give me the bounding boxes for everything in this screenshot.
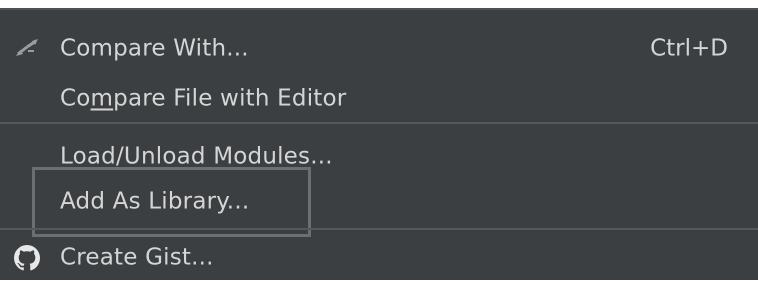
menu-item-create-gist[interactable]: Create Gist...	[0, 235, 758, 281]
shortcut-label: Ctrl+D	[650, 35, 728, 62]
highlight-box	[32, 167, 311, 237]
menu-item-label: Load/Unload Modules...	[60, 143, 333, 170]
mnemonic-letter: m	[90, 85, 114, 112]
menu-item-label: Create Gist...	[60, 244, 214, 271]
menu-separator	[0, 228, 758, 230]
menu-item-compare-with[interactable]: Compare With... Ctrl+D	[0, 26, 758, 72]
compare-arrows-icon	[12, 34, 42, 64]
menu-item-compare-file-with-editor[interactable]: Compare File with Editor	[0, 76, 758, 122]
menu-separator	[0, 122, 758, 124]
menu-item-label: Compare File with Editor	[60, 85, 346, 111]
menu-top-border	[0, 8, 758, 10]
github-icon	[12, 243, 42, 273]
menu-item-label: Compare With...	[60, 35, 249, 62]
label-prefix: Co	[60, 85, 91, 112]
context-menu: Compare With... Ctrl+D Compare File with…	[0, 8, 758, 280]
label-suffix: pare File with Editor	[113, 85, 347, 112]
